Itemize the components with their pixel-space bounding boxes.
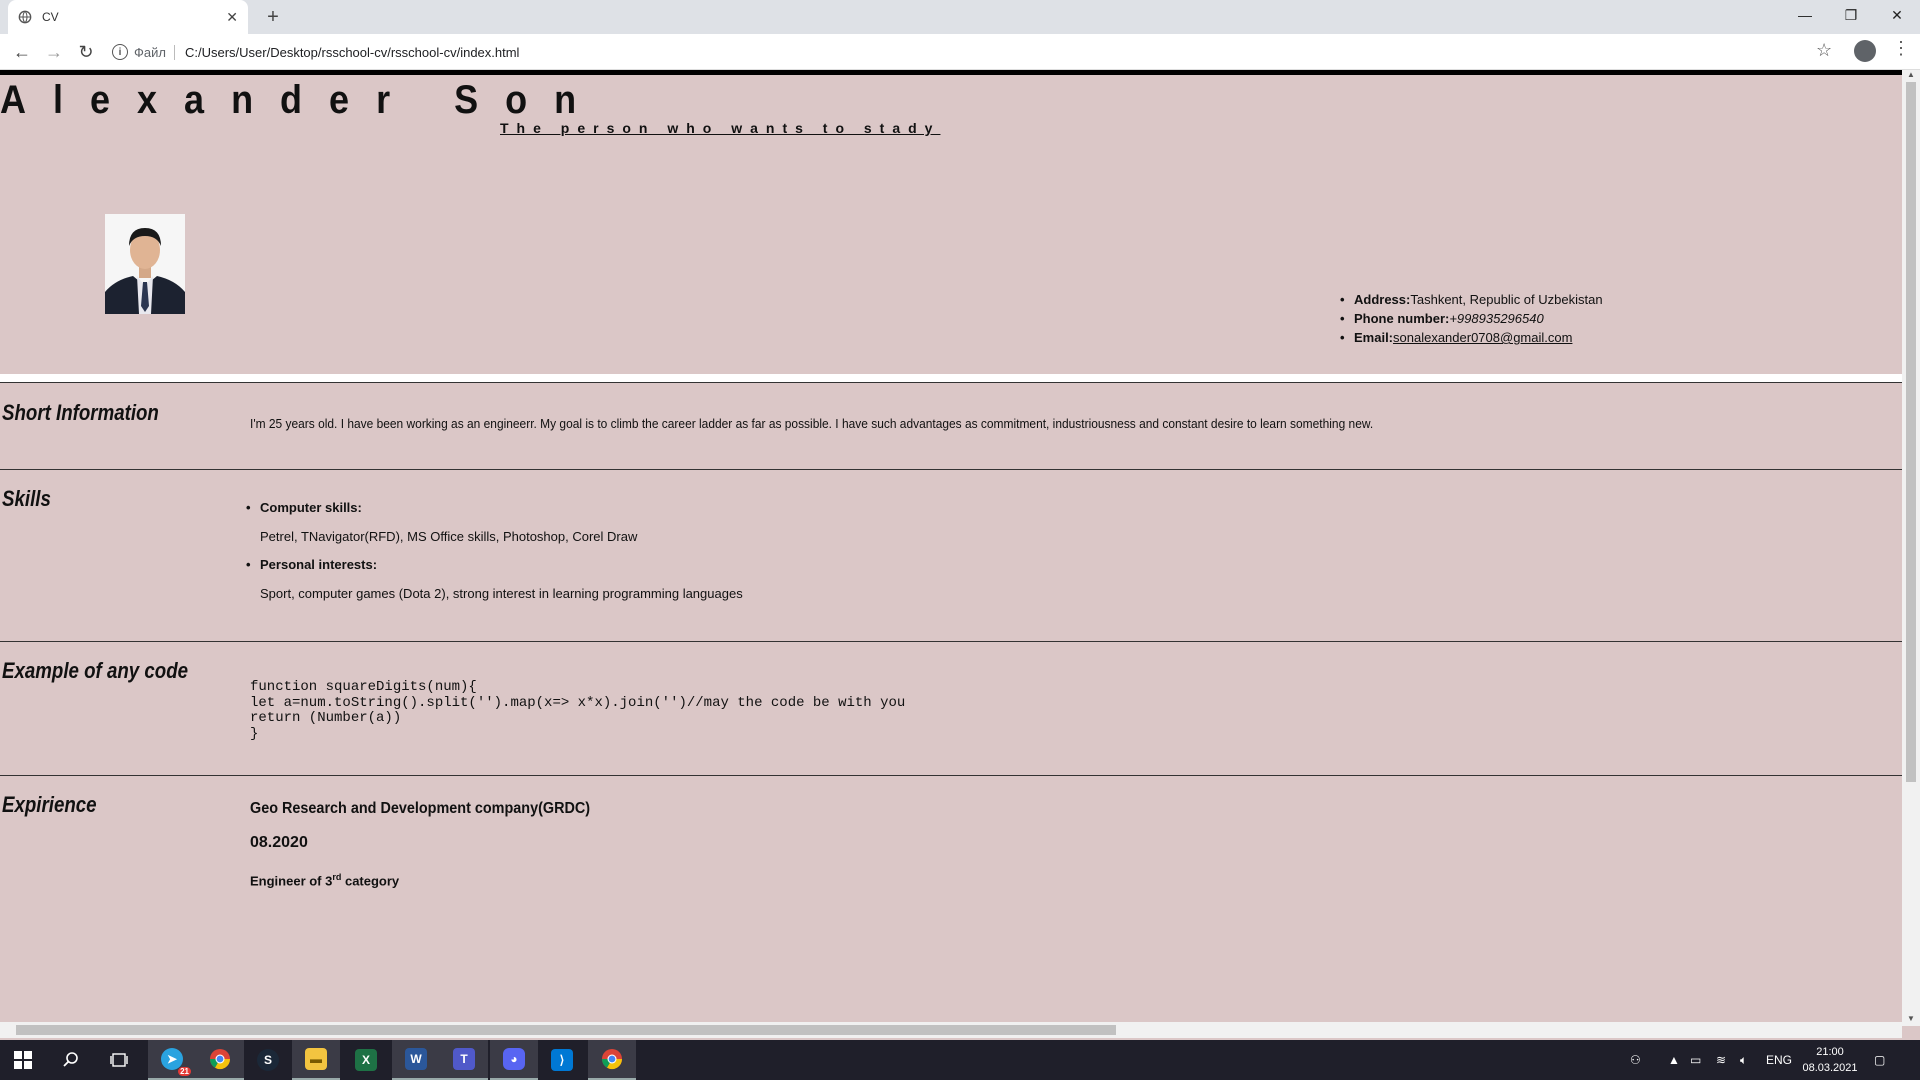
tab-strip: CV ✕ + — ❐ ✕ bbox=[0, 0, 1920, 34]
divider bbox=[0, 641, 1902, 642]
divider bbox=[0, 469, 1902, 470]
code-line: } bbox=[250, 725, 259, 742]
file-label: Файл bbox=[134, 44, 175, 60]
code-title: Example of any code bbox=[2, 658, 189, 683]
profile-avatar-icon[interactable] bbox=[1854, 40, 1876, 62]
page-viewport: Alexander Son The person who wants to st… bbox=[0, 70, 1902, 1026]
email-label: Email: bbox=[1354, 330, 1394, 345]
profile-photo bbox=[105, 214, 185, 314]
contacts-list: Address:Tashkent, Republic of Uzbekistan… bbox=[1340, 290, 1603, 347]
browser-toolbar: ← → ↻ i Файл C:/Users/User/Desktop/rssch… bbox=[0, 34, 1920, 70]
file-explorer-taskbar-icon[interactable]: ▬ bbox=[292, 1040, 340, 1080]
scroll-up-icon[interactable]: ▲ bbox=[1906, 70, 1916, 80]
contact-email: Email:sonalexander0708@gmail.com bbox=[1340, 328, 1603, 347]
email-link[interactable]: sonalexander0708@gmail.com bbox=[1393, 330, 1572, 345]
role-suffix: category bbox=[341, 873, 400, 889]
chrome-taskbar-icon-2[interactable] bbox=[588, 1040, 636, 1080]
vertical-scrollbar[interactable]: ▲ ▼ bbox=[1902, 70, 1920, 1026]
experience-company: Geo Research and Development company(GRD… bbox=[250, 800, 591, 817]
minimize-button[interactable]: — bbox=[1782, 0, 1828, 30]
tab-title: CV bbox=[42, 10, 59, 24]
taskbar: ➤ 21 S ▬ X W T ◕ ⟩ ⚇ ▲ ▭ ≋ 🔈︎ ENG 21:00 0… bbox=[0, 1040, 1920, 1080]
contact-phone: Phone number:+998935296540 bbox=[1340, 309, 1603, 328]
tab-cv[interactable]: CV ✕ bbox=[8, 0, 248, 34]
skill-label: Personal interests: bbox=[260, 557, 378, 572]
short-info-title: Short Information bbox=[2, 400, 159, 425]
scroll-down-icon[interactable]: ▼ bbox=[1906, 1014, 1916, 1024]
excel-taskbar-icon[interactable]: X bbox=[342, 1040, 390, 1080]
short-info-text: I'm 25 years old. I have been working as… bbox=[250, 416, 1374, 431]
address-bar[interactable]: i Файл C:/Users/User/Desktop/rsschool-cv… bbox=[112, 40, 1832, 64]
skill-text: Sport, computer games (Dota 2), strong i… bbox=[260, 586, 743, 601]
divider bbox=[0, 775, 1902, 776]
skills-title: Skills bbox=[2, 486, 51, 511]
word-taskbar-icon[interactable]: W bbox=[392, 1040, 440, 1080]
bookmark-star-icon[interactable]: ☆ bbox=[1816, 40, 1832, 61]
role-sup: rd bbox=[332, 872, 342, 882]
skill-item: Personal interests: Sport, computer game… bbox=[246, 557, 743, 614]
task-view-icon[interactable] bbox=[96, 1040, 142, 1080]
horizontal-scroll-thumb[interactable] bbox=[16, 1025, 1116, 1035]
info-icon[interactable]: i bbox=[112, 44, 128, 60]
page-title: Alexander Son bbox=[0, 78, 604, 122]
volume-icon[interactable]: 🔈︎ bbox=[1740, 1040, 1747, 1080]
clock-date: 08.03.2021 bbox=[1802, 1062, 1858, 1074]
notifications-icon[interactable]: ▢ bbox=[1874, 1040, 1885, 1080]
phone-value[interactable]: +998935296540 bbox=[1449, 311, 1543, 326]
taskbar-clock[interactable]: 21:00 08.03.2021 bbox=[1800, 1044, 1860, 1076]
chrome-taskbar-icon[interactable] bbox=[196, 1040, 244, 1080]
skills-list: Computer skills: Petrel, TNavigator(RFD)… bbox=[246, 500, 743, 614]
new-tab-button[interactable]: + bbox=[260, 4, 286, 30]
search-icon[interactable] bbox=[48, 1040, 94, 1080]
experience-role: Engineer of 3rd category bbox=[250, 872, 399, 888]
people-icon[interactable]: ⚇ bbox=[1630, 1040, 1641, 1080]
code-line: return (Number(a)) bbox=[250, 710, 402, 726]
vertical-scroll-thumb[interactable] bbox=[1906, 82, 1916, 782]
reload-icon[interactable]: ↻ bbox=[74, 40, 98, 64]
battery-icon[interactable]: ▭ bbox=[1690, 1040, 1701, 1080]
restore-button[interactable]: ❐ bbox=[1828, 0, 1874, 30]
discord-taskbar-icon[interactable]: ◕ bbox=[490, 1040, 538, 1080]
telegram-badge: 21 bbox=[178, 1067, 191, 1076]
steam-taskbar-icon[interactable]: S bbox=[244, 1040, 292, 1080]
close-tab-icon[interactable]: ✕ bbox=[226, 9, 238, 26]
code-line: function squareDigits(num){ bbox=[250, 679, 477, 695]
teams-taskbar-icon[interactable]: T bbox=[440, 1040, 488, 1080]
skill-item: Computer skills: Petrel, TNavigator(RFD)… bbox=[246, 500, 743, 557]
show-hidden-icons[interactable]: ▲ bbox=[1668, 1040, 1680, 1080]
header-divider bbox=[0, 374, 1902, 383]
skill-label: Computer skills: bbox=[260, 500, 362, 515]
telegram-taskbar-icon[interactable]: ➤ 21 bbox=[148, 1040, 196, 1080]
code-block: function squareDigits(num){let a=num.toS… bbox=[250, 679, 906, 742]
url-text[interactable]: C:/Users/User/Desktop/rsschool-cv/rsscho… bbox=[185, 45, 519, 60]
globe-icon bbox=[18, 10, 32, 24]
experience-title: Expirience bbox=[2, 792, 97, 817]
page-subtitle: The person who wants to stady bbox=[500, 120, 941, 136]
language-indicator[interactable]: ENG bbox=[1766, 1040, 1792, 1080]
windows-start-icon[interactable] bbox=[0, 1040, 46, 1080]
clock-time: 21:00 bbox=[1816, 1046, 1844, 1058]
address-label: Address: bbox=[1354, 292, 1411, 307]
experience-date: 08.2020 bbox=[250, 834, 308, 851]
phone-label: Phone number: bbox=[1354, 311, 1450, 326]
top-border bbox=[0, 70, 1902, 75]
wifi-icon[interactable]: ≋ bbox=[1716, 1040, 1726, 1080]
back-arrow-icon[interactable]: ← bbox=[10, 40, 34, 64]
forward-arrow-icon[interactable]: → bbox=[42, 40, 66, 64]
code-line: let a=num.toString().split('').map(x=> x… bbox=[250, 694, 906, 711]
menu-kebab-icon[interactable]: ⋮ bbox=[1892, 38, 1910, 59]
address-value: Tashkent, Republic of Uzbekistan bbox=[1410, 292, 1603, 307]
close-window-button[interactable]: ✕ bbox=[1874, 0, 1920, 30]
horizontal-scrollbar[interactable] bbox=[0, 1022, 1902, 1038]
role-prefix: Engineer of 3 bbox=[250, 873, 333, 889]
contact-address: Address:Tashkent, Republic of Uzbekistan bbox=[1340, 290, 1603, 309]
vscode-taskbar-icon[interactable]: ⟩ bbox=[538, 1040, 586, 1080]
skill-text: Petrel, TNavigator(RFD), MS Office skill… bbox=[260, 529, 638, 544]
